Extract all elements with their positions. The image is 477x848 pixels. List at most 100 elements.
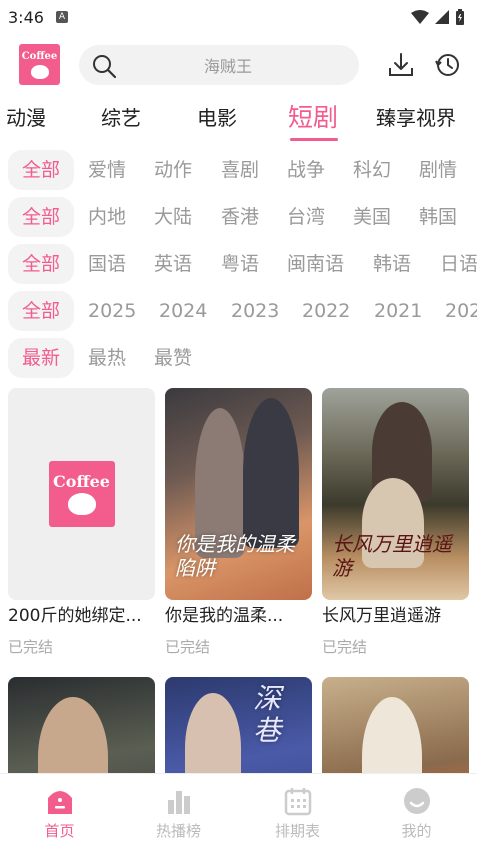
history-icon[interactable] xyxy=(434,51,462,79)
filter-chip[interactable]: 爱情 xyxy=(88,150,126,190)
filter-chip[interactable]: 全部 xyxy=(8,291,74,331)
app-logo: Coffee xyxy=(19,44,60,85)
profile-icon xyxy=(403,788,430,814)
bunny-icon xyxy=(67,493,96,515)
tab-variety[interactable]: 综艺 xyxy=(101,96,141,140)
nav-home[interactable]: 首页 xyxy=(0,774,119,848)
poster-image: 你是我的温柔陷阱 xyxy=(165,388,312,600)
battery-icon xyxy=(456,9,464,25)
search-placeholder: 海贼王 xyxy=(203,57,252,76)
filter-chip[interactable]: 2025 xyxy=(88,291,136,331)
poster-figure xyxy=(243,398,299,548)
filter-chip[interactable]: 2022 xyxy=(302,291,350,331)
tab-short-drama[interactable]: 短剧 xyxy=(288,96,338,140)
filter-chip[interactable]: 大陆 xyxy=(154,197,192,237)
filter-chip[interactable]: 闽南语 xyxy=(287,244,344,284)
genre-filter-row: 全部 爱情 动作 喜剧 战争 科幻 剧情 xyxy=(0,150,477,192)
category-tabs: 动漫 综艺 电影 短剧 臻享视界 xyxy=(0,96,477,142)
bunny-icon xyxy=(30,64,49,79)
card-title: 你是我的温柔... xyxy=(165,606,284,626)
filter-chip[interactable]: 喜剧 xyxy=(221,150,259,190)
drama-card[interactable]: 你是我的温柔陷阱 你是我的温柔... 已完结 xyxy=(165,388,312,657)
drama-card[interactable] xyxy=(322,677,469,773)
download-icon[interactable] xyxy=(387,51,415,79)
filter-chip[interactable]: 2023 xyxy=(231,291,279,331)
filter-chip[interactable]: 日语 xyxy=(440,244,477,284)
nav-ranking[interactable]: 热播榜 xyxy=(119,774,238,848)
filter-chip[interactable]: 战争 xyxy=(287,150,325,190)
poster-figure xyxy=(362,697,422,773)
filter-chip[interactable]: 2024 xyxy=(159,291,207,331)
tab-anime[interactable]: 动漫 xyxy=(6,96,46,140)
nav-label: 我的 xyxy=(401,822,432,840)
card-status: 已完结 xyxy=(322,638,368,656)
status-indicators xyxy=(411,9,465,25)
filter-chip[interactable]: 剧情 xyxy=(419,150,457,190)
filter-chip[interactable]: 台湾 xyxy=(287,197,325,237)
logo-text: Coffee xyxy=(53,472,110,491)
filter-chip[interactable]: 最赞 xyxy=(154,338,192,378)
poster-figure xyxy=(38,697,108,773)
tab-movie[interactable]: 电影 xyxy=(197,96,237,140)
tab-premium[interactable]: 臻享视界 xyxy=(376,96,456,140)
drama-card[interactable]: 深巷 xyxy=(165,677,312,773)
search-bar[interactable]: 海贼王 xyxy=(79,45,359,85)
calendar-icon xyxy=(284,788,311,816)
filter-chip[interactable]: 科幻 xyxy=(353,150,391,190)
filter-chip[interactable]: 英语 xyxy=(154,244,192,284)
poster-image xyxy=(322,677,469,773)
header: Coffee 海贼王 xyxy=(0,42,477,88)
card-status: 已完结 xyxy=(8,638,54,656)
card-title: 200斤的她绑定... xyxy=(8,606,142,626)
filter-chip[interactable]: 最热 xyxy=(88,338,126,378)
filter-chip[interactable]: 韩国 xyxy=(419,197,457,237)
wifi-icon xyxy=(411,10,429,24)
bottom-nav: 首页 热播榜 排期表 我的 xyxy=(0,773,477,848)
nav-label: 首页 xyxy=(44,822,75,840)
nav-schedule[interactable]: 排期表 xyxy=(238,774,357,848)
nav-profile[interactable]: 我的 xyxy=(357,774,476,848)
drama-card[interactable]: Coffee 200斤的她绑定... 已完结 xyxy=(8,388,155,657)
poster-caption: 你是我的温柔陷阱 xyxy=(175,532,295,580)
filter-chip[interactable]: 2021 xyxy=(374,291,422,331)
nav-label: 热播榜 xyxy=(155,822,201,840)
home-icon xyxy=(47,791,72,814)
filter-chip[interactable]: 2020 xyxy=(445,291,477,331)
filter-chip[interactable]: 香港 xyxy=(221,197,259,237)
drama-grid: Coffee 200斤的她绑定... 已完结 你是我的温柔陷阱 你是我的温柔..… xyxy=(0,388,477,773)
poster-caption: 深巷 xyxy=(253,682,282,747)
signal-icon xyxy=(435,10,449,24)
status-time: 3:46 xyxy=(8,7,44,27)
poster-image xyxy=(8,677,155,773)
nav-label: 排期表 xyxy=(274,822,320,840)
active-tab-indicator xyxy=(290,138,338,141)
drama-card[interactable] xyxy=(8,677,155,773)
drama-card[interactable]: 长风万里逍遥游 长风万里逍遥游 已完结 xyxy=(322,388,469,657)
card-status: 已完结 xyxy=(165,638,211,656)
logo-text: Coffee xyxy=(21,50,58,62)
filter-chip[interactable]: 美国 xyxy=(353,197,391,237)
region-filter-row: 全部 内地 大陆 香港 台湾 美国 韩国 xyxy=(0,197,477,239)
poster-image: 长风万里逍遥游 xyxy=(322,388,469,600)
filter-chip[interactable]: 全部 xyxy=(8,244,74,284)
filter-chip[interactable]: 最新 xyxy=(8,338,74,378)
filter-chip[interactable]: 粤语 xyxy=(221,244,259,284)
search-icon xyxy=(93,55,117,79)
notification-badge-icon: A xyxy=(55,11,68,23)
chart-icon xyxy=(167,791,190,814)
language-filter-row: 全部 国语 英语 粤语 闽南语 韩语 日语 xyxy=(0,244,477,286)
placeholder-logo: Coffee xyxy=(48,461,115,527)
card-title: 长风万里逍遥游 xyxy=(322,606,441,626)
sort-filter-row: 最新 最热 最赞 xyxy=(0,338,477,380)
filter-chip[interactable]: 全部 xyxy=(8,197,74,237)
filter-chip[interactable]: 动作 xyxy=(154,150,192,190)
filter-chip[interactable]: 全部 xyxy=(8,150,74,190)
filter-chip[interactable]: 内地 xyxy=(88,197,126,237)
year-filter-row: 全部 2025 2024 2023 2022 2021 2020 xyxy=(0,291,477,333)
poster-caption: 长风万里逍遥游 xyxy=(332,532,452,580)
poster-figure xyxy=(185,693,241,773)
poster-placeholder: Coffee xyxy=(8,388,155,600)
filter-chip[interactable]: 韩语 xyxy=(373,244,411,284)
status-bar: 3:46 A xyxy=(0,0,477,34)
filter-chip[interactable]: 国语 xyxy=(88,244,126,284)
